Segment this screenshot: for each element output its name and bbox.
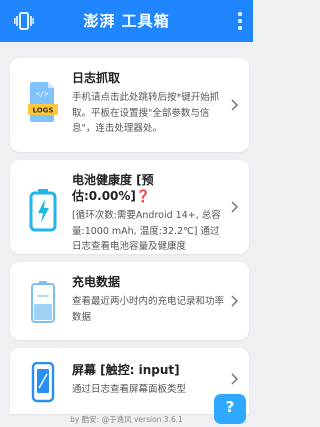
chevron-right-icon [231, 295, 239, 307]
more-vert-icon[interactable] [237, 11, 243, 31]
card-description: 手机请点击此处跳转后按*键开始抓取。平板在设置搜"全部参数与信息"，连击处理器处… [72, 92, 220, 134]
chevron-right-icon [231, 373, 239, 385]
help-question-icon[interactable]: ❓ [136, 189, 151, 203]
card-log-capture[interactable]: </> LOGS 日志抓取 手机请点击此处跳转后按*键开始抓取。平板在设置搜"全… [10, 58, 249, 152]
card-title: 充电数据 [72, 275, 121, 289]
card-title: 日志抓取 [72, 71, 121, 85]
phone-screen-icon [31, 362, 55, 403]
card-description: [循环次数:需要Android 14+, 总容量:1000 mAh, 温度:32… [72, 210, 221, 252]
card-description: 通过日志查看屏幕面板类型 [72, 384, 187, 395]
chevron-right-icon [231, 99, 239, 111]
card-title: 电池健康度 [预估:0.00%]❓ [72, 172, 227, 204]
app-title: 澎湃 工具箱 [83, 12, 170, 30]
card-charging-data[interactable]: 充电数据 查看最近两小时内的充电记录和功率数据 [10, 262, 249, 340]
logs-file-icon: </> LOGS [28, 82, 58, 122]
battery-charging-icon [29, 189, 57, 232]
card-description: 查看最近两小时内的充电记录和功率数据 [72, 296, 225, 323]
chevron-right-icon [231, 201, 239, 213]
card-title: 屏幕 [触控: input] [72, 363, 180, 377]
svg-text:</>: </> [36, 90, 49, 98]
battery-level-icon [31, 281, 55, 323]
top-app-bar: 澎湃 工具箱 [0, 0, 253, 42]
logs-label: LOGS [33, 107, 54, 115]
card-battery-health[interactable]: 电池健康度 [预估:0.00%]❓ [循环次数:需要Android 14+, 总… [10, 160, 249, 254]
help-chat-icon: ? [225, 398, 235, 416]
help-button[interactable]: ? [214, 394, 246, 424]
